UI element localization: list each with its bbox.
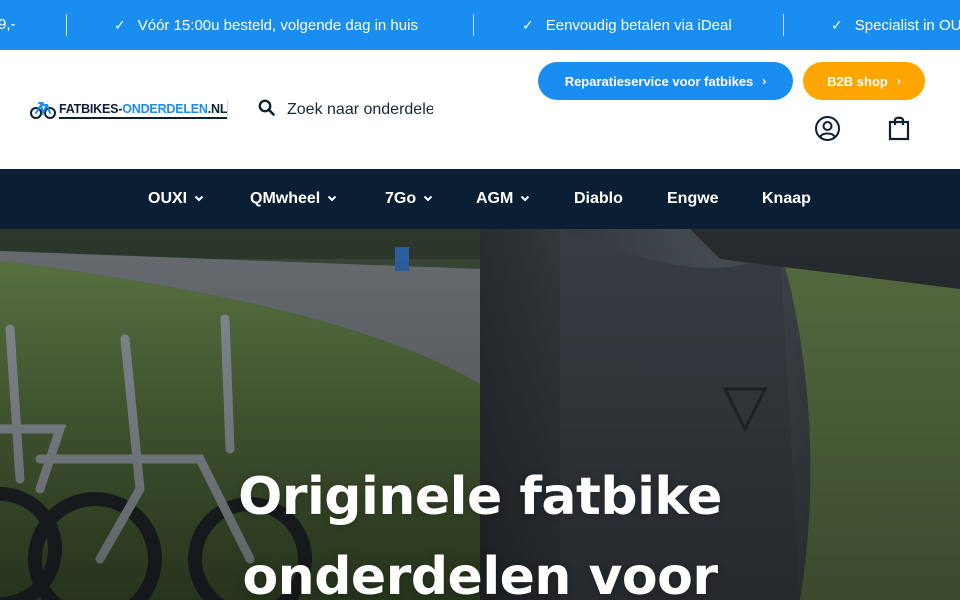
announcement-divider xyxy=(66,14,67,36)
chevron-down-icon xyxy=(521,196,530,202)
announcement-bar: 9,- ✓ Vóór 15:00u besteld, volgende dag i… xyxy=(0,0,960,50)
nav-item-agm[interactable]: AGM xyxy=(476,169,530,229)
account-icon[interactable] xyxy=(813,114,841,142)
announcement-item: ✓ Eenvoudig betalen via iDeal xyxy=(522,17,732,34)
chevron-down-icon xyxy=(194,196,204,202)
nav-item-diablo[interactable]: Diablo xyxy=(574,169,623,229)
nav-item-7go[interactable]: 7Go xyxy=(385,169,433,229)
search-bar xyxy=(258,95,433,125)
check-icon: ✓ xyxy=(522,17,534,33)
announcement-item: ✓ Vóór 15:00u besteld, volgende dag in hu… xyxy=(114,17,418,34)
bike-logo-icon xyxy=(30,102,56,119)
site-logo[interactable]: FATBIKES-ONDERDELEN.NL xyxy=(30,96,228,124)
nav-item-knaap[interactable]: Knaap xyxy=(762,169,811,229)
hero-title-line: Originele fatbike xyxy=(238,467,722,527)
nav-item-engwe[interactable]: Engwe xyxy=(667,169,719,229)
chevron-right-icon: › xyxy=(896,74,901,88)
header-divider xyxy=(227,100,228,120)
check-icon: ✓ xyxy=(831,17,843,33)
shopping-bag-icon[interactable] xyxy=(885,114,913,142)
announcement-item: 9,- xyxy=(0,16,16,33)
search-input[interactable] xyxy=(287,101,433,119)
site-header: FATBIKES-ONDERDELEN.NL Reparatieservice … xyxy=(0,50,960,169)
chevron-down-icon xyxy=(423,196,433,202)
check-icon: ✓ xyxy=(114,17,126,33)
announcement-item: ✓ Specialist in OU xyxy=(831,17,960,34)
search-icon[interactable] xyxy=(258,99,275,121)
hero-title-line: onderdelen voor xyxy=(242,547,718,600)
hero-banner: Originele fatbike onderdelen voor xyxy=(0,229,960,600)
announcement-divider xyxy=(473,14,474,36)
main-navigation: OUXI QMwheel 7Go AGM Diablo Engwe Knaap xyxy=(0,169,960,229)
chevron-down-icon xyxy=(328,196,337,202)
nav-item-ouxi[interactable]: OUXI xyxy=(148,169,204,229)
logo-text: FATBIKES-ONDERDELEN.NL xyxy=(59,102,228,119)
hero-title: Originele fatbike onderdelen voor xyxy=(0,457,960,600)
b2b-shop-button[interactable]: B2B shop › xyxy=(803,62,925,100)
announcement-divider xyxy=(783,14,784,36)
chevron-right-icon: › xyxy=(762,74,767,88)
repair-service-button[interactable]: Reparatieservice voor fatbikes › xyxy=(538,62,793,100)
nav-item-qmwheel[interactable]: QMwheel xyxy=(250,169,337,229)
